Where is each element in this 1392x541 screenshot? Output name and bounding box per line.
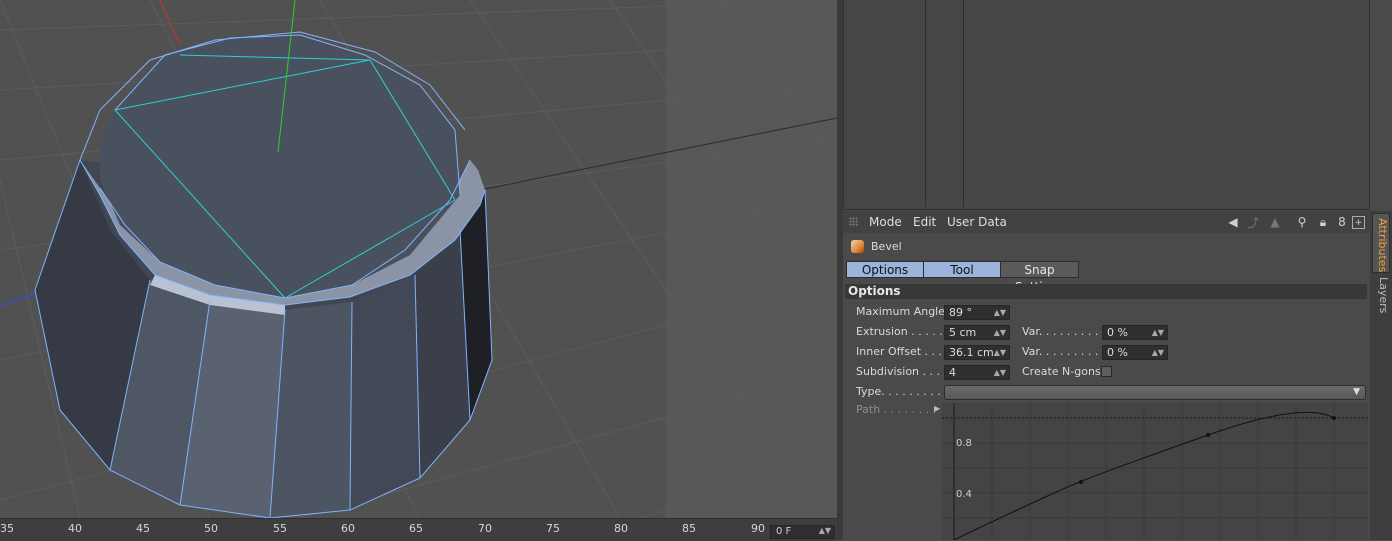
spline-point[interactable] [1206,433,1210,437]
inner-offset-var-label: Var. . . . . . . . . . . [1022,345,1113,358]
column-separator[interactable] [963,0,964,207]
bevel-tool-icon [851,240,864,253]
new-panel-icon[interactable]: + [1352,216,1365,229]
subdivision-field[interactable]: 4 ▲▼ [944,365,1010,380]
timeline-tick: 40 [68,522,82,535]
timeline-ruler[interactable]: 35 40 45 50 55 60 65 70 75 80 85 90 0 F … [0,518,837,541]
side-tab-strip: Attributes Layers [1370,211,1392,540]
current-frame-value: 0 F [776,526,792,537]
current-frame-field[interactable]: 0 F ▲▼ [770,525,835,539]
menu-mode[interactable]: Mode [869,215,902,229]
subdivision-value: 4 [949,366,956,379]
viewport-scene [0,0,837,518]
timeline-tick: 90 [751,522,765,535]
extrusion-value: 5 cm [949,326,977,339]
inner-offset-field[interactable]: 36.1 cm ▲▼ [944,345,1010,360]
spinner-icon[interactable]: ▲▼ [1152,326,1164,339]
max-angle-field[interactable]: 89 ° ▲▼ [944,305,1010,320]
3d-viewport[interactable] [0,0,837,518]
spinner-icon[interactable]: ▲▼ [994,326,1006,339]
link-icon[interactable]: 8 [1334,214,1350,230]
extrusion-var-value: 0 % [1107,326,1128,339]
chevron-down-icon: ▼ [1353,387,1360,397]
extrusion-var-label: Var. . . . . . . . . . . [1022,325,1113,338]
max-angle-value: 89 ° [949,306,972,319]
lock-icon[interactable]: 🔒︎ [1315,214,1331,230]
object-list-frame [843,0,1370,207]
spline-point[interactable] [1332,416,1336,420]
spinner-icon[interactable]: ▲▼ [994,306,1006,319]
inner-offset-value: 36.1 cm [949,346,994,359]
object-title: Bevel [871,240,902,253]
search-icon[interactable]: ⚲ [1294,214,1310,230]
inner-offset-var-value: 0 % [1107,346,1128,359]
spline-point[interactable] [1079,480,1083,484]
attribute-manager: Mode Edit User Data ◀ ⤴ ▲ ⚲ 🔒︎ 8 + Bevel… [843,211,1370,540]
menu-edit[interactable]: Edit [913,215,936,229]
create-ngons-checkbox[interactable] [1101,366,1112,377]
expand-arrow-icon[interactable]: ▶ [934,404,940,413]
options-section-header[interactable]: Options [845,284,1367,299]
bevel-cylinder-model [34,0,493,518]
tab-options[interactable]: Options [846,261,924,278]
z-axis-line [0,291,41,307]
timeline-tick: 85 [682,522,696,535]
timeline-tick: 45 [136,522,150,535]
path-spline-graph[interactable]: 0.8 0.4 [942,403,1368,540]
tab-tool[interactable]: Tool [923,261,1001,278]
timeline-tick: 75 [546,522,560,535]
timeline-tick: 80 [614,522,628,535]
max-angle-label: Maximum Angle [856,305,945,318]
inner-offset-var-field[interactable]: 0 % ▲▼ [1102,345,1168,360]
extrusion-var-field[interactable]: 0 % ▲▼ [1102,325,1168,340]
spinner-icon[interactable]: ▲▼ [819,526,831,535]
back-arrow-icon[interactable]: ◀ [1225,214,1241,230]
viewport-safe-frame-area [666,0,837,518]
create-ngons-label: Create N-gons [1022,365,1101,378]
subdivision-label: Subdivision . . . . [856,365,948,378]
type-dropdown[interactable]: ▼ [944,385,1366,400]
forward-arrow-icon[interactable]: ▲ [1267,214,1283,230]
graph-y-tick: 0.8 [956,438,972,449]
inner-offset-label: Inner Offset . . . . [856,345,949,358]
spinner-icon[interactable]: ▲▼ [994,366,1006,379]
extrusion-label: Extrusion . . . . . . [856,325,950,338]
tab-layers[interactable]: Layers [1372,273,1390,317]
panel-grip-icon[interactable] [849,217,859,227]
timeline-tick: 50 [204,522,218,535]
path-label: Path . . . . . . . . [856,403,937,416]
type-label: Type. . . . . . . . . . [856,385,948,398]
tab-snap-settings[interactable]: Snap Settings [1000,261,1079,294]
object-manager[interactable] [843,0,1370,210]
timeline-tick: 55 [273,522,287,535]
timeline-tick: 35 [0,522,14,535]
timeline-tick: 65 [409,522,423,535]
column-separator[interactable] [925,0,926,207]
tab-attributes[interactable]: Attributes [1372,213,1390,273]
attribute-menubar: Mode Edit User Data ◀ ⤴ ▲ ⚲ 🔒︎ 8 + [843,211,1370,233]
spinner-icon[interactable]: ▲▼ [994,346,1006,359]
spinner-icon[interactable]: ▲▼ [1152,346,1164,359]
timeline-tick: 70 [478,522,492,535]
extrusion-field[interactable]: 5 cm ▲▼ [944,325,1010,340]
graph-y-tick: 0.4 [956,489,972,500]
timeline-tick: 60 [341,522,355,535]
menu-user-data[interactable]: User Data [947,215,1007,229]
up-arrow-icon[interactable]: ⤴ [1245,214,1261,230]
